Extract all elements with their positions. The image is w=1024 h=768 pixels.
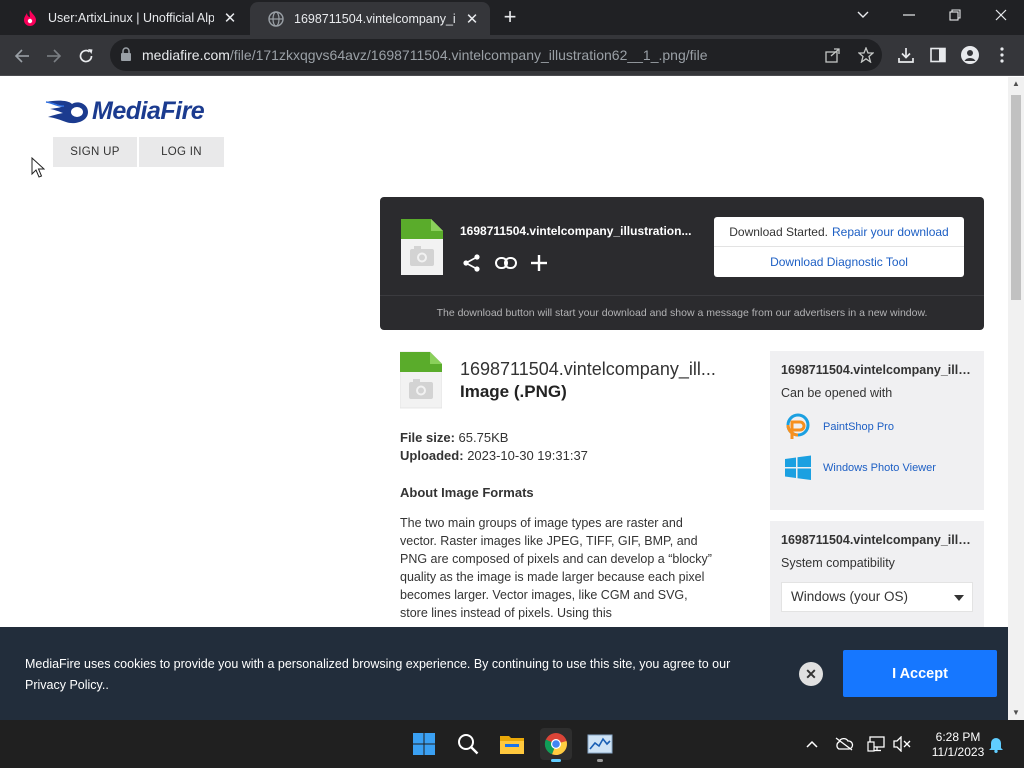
tab-artixlinux[interactable]: User:ArtixLinux | Unofficial Alphab ✕ [4, 0, 248, 35]
repair-download-link[interactable]: Repair your download [832, 225, 949, 239]
page-content: MediaFire SIGN UP LOG IN 1698711504.vint… [0, 77, 1008, 720]
app-name: Windows Photo Viewer [823, 462, 936, 474]
os-select-value: Windows (your OS) [791, 589, 909, 604]
chrome-icon[interactable] [540, 728, 572, 762]
share-icon[interactable] [823, 45, 843, 65]
close-window-icon[interactable] [978, 0, 1024, 30]
download-status-text: Download Started. [729, 224, 828, 239]
divider [380, 295, 984, 296]
image-file-icon [401, 219, 443, 275]
browser-toolbar: mediafire.com/file/171zkxqgvs64avz/16987… [0, 35, 1024, 76]
chevron-down-icon[interactable] [840, 0, 886, 30]
windows-icon [785, 455, 811, 480]
sign-up-button[interactable]: SIGN UP [53, 137, 137, 167]
download-filename: 1698711504.vintelcompany_illustration... [460, 224, 692, 238]
tab-title: User:ArtixLinux | Unofficial Alphab [48, 10, 214, 25]
scroll-up-icon[interactable]: ▲ [1008, 77, 1024, 91]
forward-icon[interactable] [41, 43, 67, 69]
logo-wordmark: MediaFire [92, 97, 205, 125]
share-icon[interactable] [460, 251, 484, 275]
system-compat-card: 1698711504.vintelcompany_illustration62_… [770, 521, 984, 641]
minimize-icon[interactable] [886, 0, 932, 30]
uploaded-value: 2023-10-30 19:31:37 [467, 448, 588, 463]
app-name: PaintShop Pro [823, 421, 894, 433]
scroll-down-icon[interactable]: ▼ [1008, 706, 1024, 720]
new-tab-button[interactable]: + [498, 6, 522, 30]
windows-taskbar: 6:28 PM 11/1/2023 [0, 720, 1024, 768]
open-with-card: 1698711504.vintelcompany_illustration62_… [770, 351, 984, 510]
about-text: The two main groups of image types are r… [400, 516, 712, 620]
caret-down-icon [954, 595, 964, 601]
onedrive-icon[interactable] [834, 734, 854, 754]
file-size-value: 65.75KB [458, 430, 509, 445]
file-explorer-icon[interactable] [496, 728, 528, 760]
chevron-up-icon[interactable] [802, 734, 822, 754]
profile-icon[interactable] [959, 44, 981, 66]
url-text: mediafire.com/file/171zkxqgvs64avz/16987… [142, 47, 708, 63]
tab-strip: User:ArtixLinux | Unofficial Alphab ✕ 16… [0, 0, 1024, 35]
address-bar[interactable]: mediafire.com/file/171zkxqgvs64avz/16987… [110, 39, 882, 71]
link-icon[interactable] [494, 251, 518, 275]
reload-icon[interactable] [73, 43, 99, 69]
performance-monitor-icon[interactable] [584, 728, 616, 762]
app-paintshop-pro[interactable]: PaintShop Pro [784, 413, 894, 441]
start-icon[interactable] [408, 728, 440, 760]
file-name: 1698711504.vintelcompany_ill... [460, 359, 716, 379]
mediafire-logo[interactable]: MediaFire [44, 97, 205, 126]
card-filename: 1698711504.vintelcompany_illustration62_… [781, 533, 977, 547]
card-subtitle: System compatibility [781, 556, 895, 570]
mouse-cursor-icon [31, 157, 45, 178]
cookie-text: MediaFire uses cookies to provide you wi… [25, 657, 731, 692]
network-icon[interactable] [866, 734, 886, 754]
search-icon[interactable] [452, 728, 484, 760]
speaker-muted-icon[interactable] [892, 734, 912, 754]
card-filename: 1698711504.vintelcompany_illustration62_… [781, 363, 977, 377]
url-host: mediafire.com [142, 47, 230, 63]
mediafire-flame-icon [45, 100, 88, 123]
restore-icon[interactable] [932, 0, 978, 30]
fandom-icon [22, 9, 38, 26]
url-path: /file/171zkxqgvs64avz/1698711504.vintelc… [229, 47, 708, 63]
download-icon[interactable] [895, 44, 917, 66]
os-select[interactable]: Windows (your OS) [781, 582, 973, 612]
file-size: File size: 65.75KB [400, 430, 508, 445]
download-diagnostic-link[interactable]: Download Diagnostic Tool [714, 247, 964, 277]
download-status-row: Download Started. Repair your download [714, 217, 964, 247]
uploaded-label: Uploaded: [400, 448, 464, 463]
lock-icon[interactable] [120, 47, 134, 63]
download-note: The download button will start your down… [436, 307, 928, 319]
file-uploaded: Uploaded: 2023-10-30 19:31:37 [400, 448, 588, 463]
kebab-menu-icon[interactable] [991, 44, 1013, 66]
close-icon[interactable]: ✕ [462, 9, 482, 29]
image-file-icon [400, 351, 442, 409]
tab-mediafire[interactable]: 1698711504.vintelcompany_illust ✕ [250, 2, 490, 35]
accept-cookies-button[interactable]: I Accept [843, 650, 997, 697]
notification-bell-icon[interactable] [986, 734, 1006, 754]
file-type: Image (.PNG) [460, 382, 567, 401]
about-heading: About Image Formats [400, 485, 534, 500]
close-icon[interactable]: ✕ [799, 662, 823, 686]
tab-title: 1698711504.vintelcompany_illust [294, 11, 456, 26]
app-windows-photo-viewer[interactable]: Windows Photo Viewer [784, 454, 936, 482]
file-size-label: File size: [400, 430, 455, 445]
scrollbar-thumb[interactable] [1011, 95, 1021, 300]
paintshop-pro-icon [786, 413, 810, 439]
back-icon[interactable] [9, 43, 35, 69]
running-indicator [597, 759, 603, 762]
close-icon[interactable]: ✕ [220, 8, 240, 28]
active-indicator [551, 759, 561, 762]
side-panel-icon[interactable] [927, 44, 949, 66]
page-scrollbar[interactable]: ▲ ▼ [1008, 77, 1024, 720]
plus-icon[interactable] [527, 251, 551, 275]
log-in-button[interactable]: LOG IN [139, 137, 224, 167]
card-subtitle: Can be opened with [781, 386, 893, 400]
globe-icon [268, 10, 284, 27]
download-status-panel: Download Started. Repair your download D… [714, 217, 964, 277]
cookie-banner: MediaFire uses cookies to provide you wi… [0, 627, 1008, 720]
download-box: 1698711504.vintelcompany_illustration...… [380, 197, 984, 330]
bookmark-star-icon[interactable] [856, 45, 876, 65]
